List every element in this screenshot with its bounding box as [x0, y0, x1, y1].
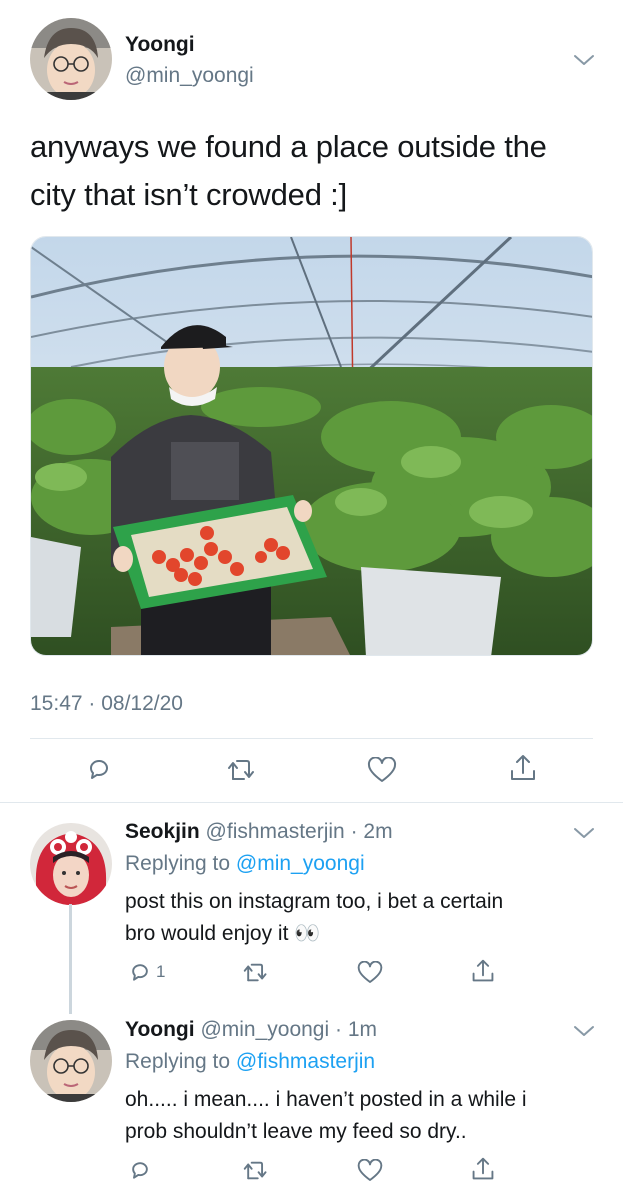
heart-icon [357, 961, 383, 983]
reply-avatar[interactable] [30, 823, 112, 905]
replying-to-link[interactable]: @fishmasterjin [236, 1050, 375, 1073]
chevron-down-icon[interactable] [573, 53, 595, 67]
retweet-button[interactable] [243, 961, 269, 984]
reply-author-name[interactable]: Seokjin [125, 820, 200, 843]
reply-text-line-1: oh..... i mean.... i haven’t posted in a… [125, 1088, 527, 1111]
like-button[interactable] [357, 1159, 383, 1182]
tweet-text-line-2: city that isn’t crowded :] [30, 177, 347, 212]
reply-count: 1 [156, 962, 166, 981]
retweet-icon [243, 1161, 267, 1180]
reply-button[interactable] [85, 755, 113, 783]
heart-icon [367, 757, 397, 782]
reply-author-handle[interactable]: @fishmasterjin [206, 820, 345, 843]
reply-time[interactable]: · 1m [335, 1018, 377, 1041]
reply-header: Yoongi @min_yoongi · 1m [125, 1018, 377, 1042]
author-name[interactable]: Yoongi [125, 33, 195, 57]
replying-to-link[interactable]: @min_yoongi [236, 852, 365, 875]
like-button[interactable] [357, 961, 383, 984]
reply-header: Seokjin @fishmasterjin · 2m [125, 820, 393, 844]
replying-to: Replying to @min_yoongi [125, 852, 365, 876]
reply-author-handle[interactable]: @min_yoongi [200, 1018, 329, 1041]
reply-author-name[interactable]: Yoongi [125, 1018, 195, 1041]
share-icon [511, 755, 535, 780]
author-avatar[interactable] [30, 18, 112, 100]
tweet-timestamp[interactable]: 15:47 · 08/12/20 [30, 692, 183, 716]
retweet-button[interactable] [227, 757, 257, 783]
thread-connector [69, 904, 72, 1014]
reply-avatar[interactable] [30, 1020, 112, 1102]
heart-icon [357, 1159, 383, 1181]
tweet-photo[interactable] [30, 236, 593, 656]
share-button[interactable] [509, 753, 537, 783]
retweet-icon [243, 963, 267, 982]
author-handle[interactable]: @min_yoongi [125, 64, 254, 88]
reply-icon [90, 760, 108, 779]
reply-icon [132, 964, 148, 981]
like-button[interactable] [367, 757, 397, 783]
divider [30, 738, 593, 739]
reply-button[interactable] [128, 1158, 156, 1182]
replying-to-prefix: Replying to [125, 852, 236, 875]
reply-text-line-1: post this on instagram too, i bet a cert… [125, 890, 504, 913]
retweet-icon [228, 760, 254, 780]
divider [0, 802, 623, 803]
share-icon [472, 959, 494, 982]
chevron-down-icon[interactable] [573, 826, 595, 840]
share-button[interactable] [471, 958, 495, 984]
share-button[interactable] [471, 1156, 495, 1182]
replying-to: Replying to @fishmasterjin [125, 1050, 375, 1074]
retweet-button[interactable] [243, 1159, 269, 1182]
reply-icon [132, 1162, 148, 1179]
reply-text-line-2: prob shouldn’t leave my feed so dry.. [125, 1120, 467, 1143]
reply-text-line-2: bro would enjoy it 👀 [125, 922, 321, 945]
reply-time[interactable]: · 2m [351, 820, 393, 843]
replying-to-prefix: Replying to [125, 1050, 236, 1073]
reply-button[interactable]: 1 [128, 960, 165, 984]
tweet-text-line-1: anyways we found a place outside the [30, 129, 547, 164]
share-icon [472, 1157, 494, 1180]
chevron-down-icon[interactable] [573, 1024, 595, 1038]
